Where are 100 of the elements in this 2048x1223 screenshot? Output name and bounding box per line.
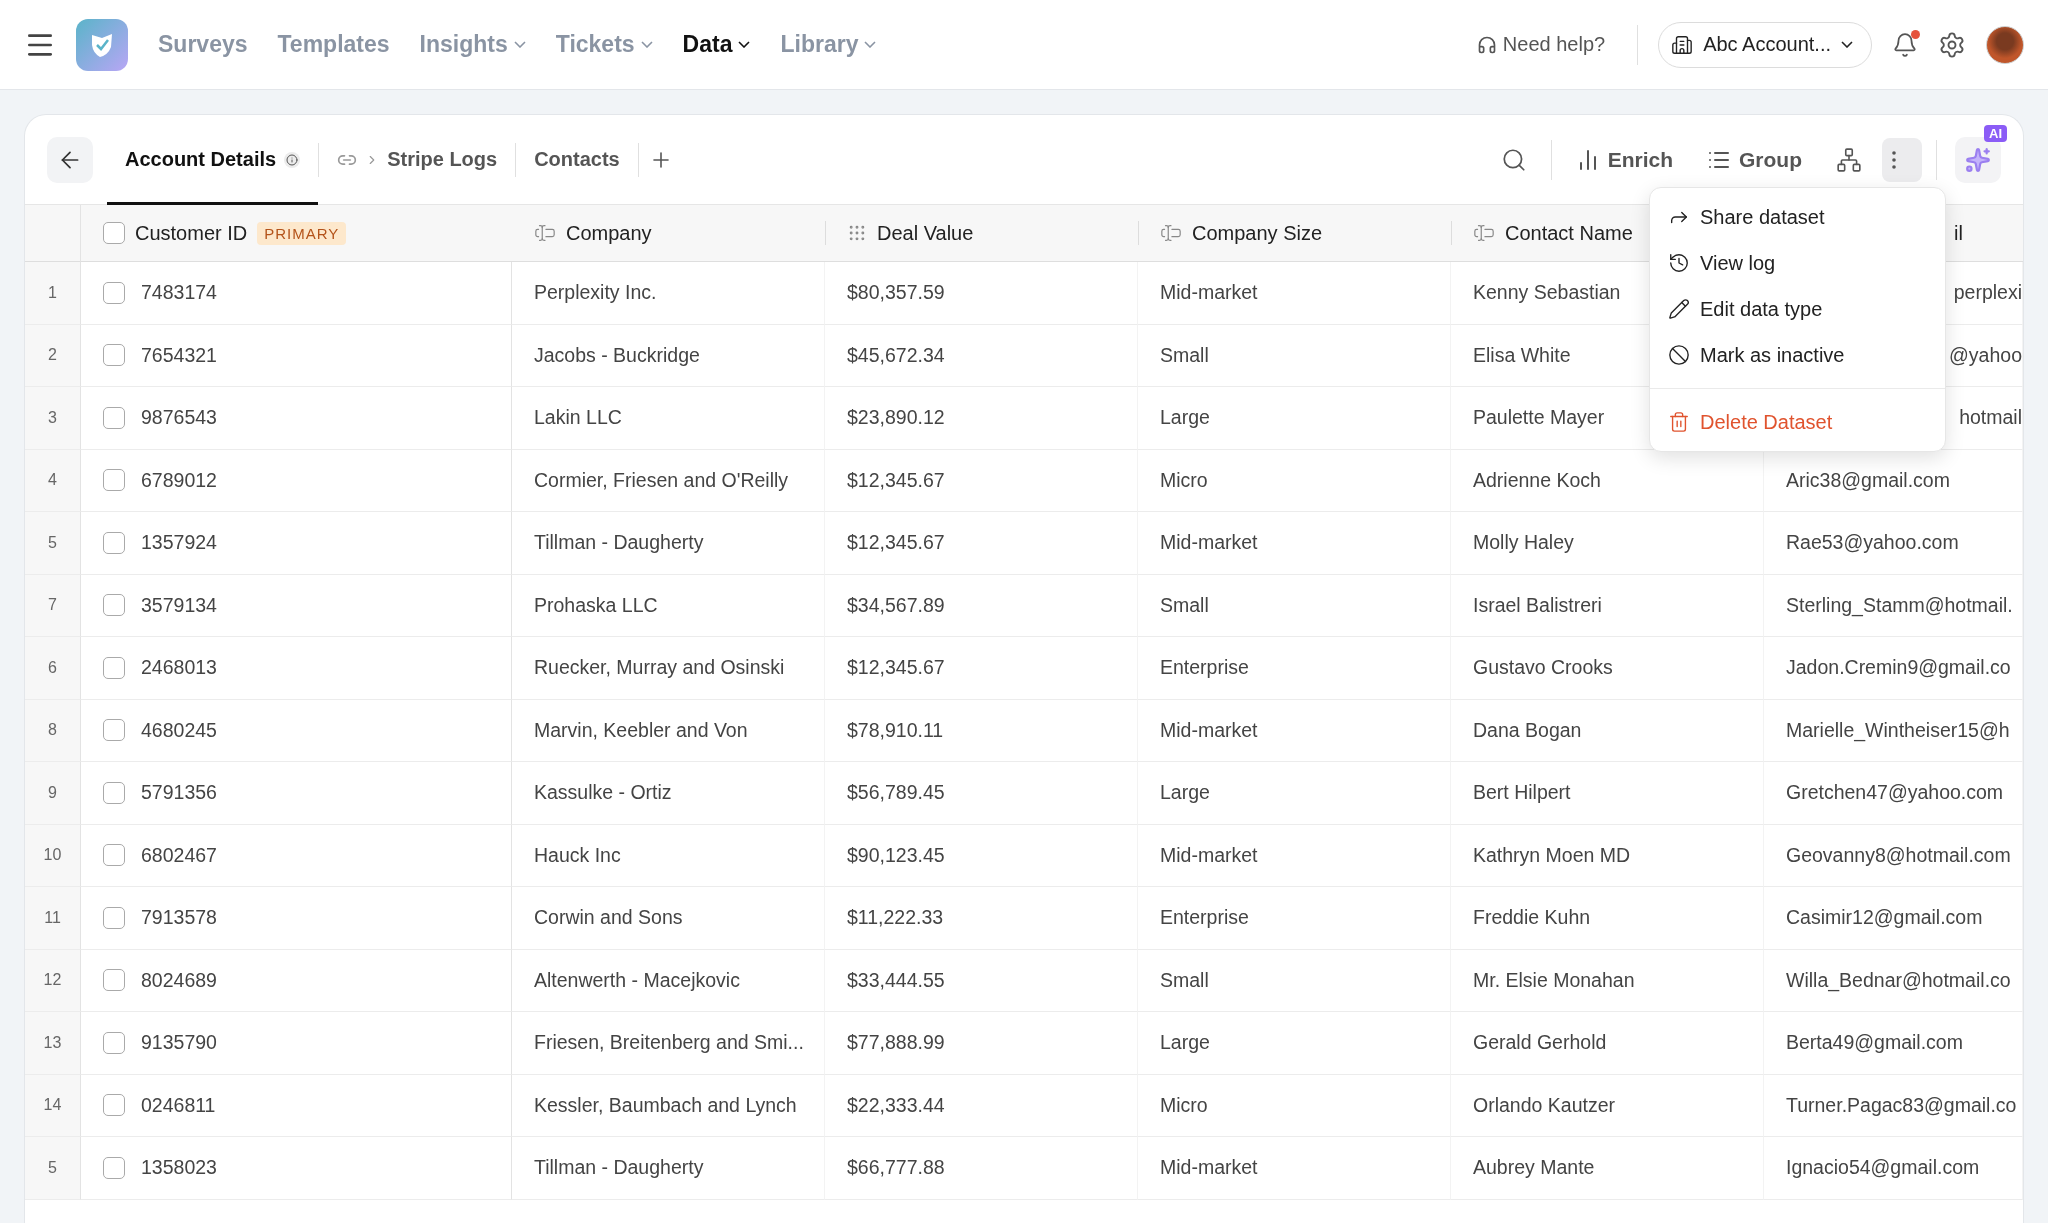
table-cell: Mid-market: [1160, 1156, 1258, 1180]
row-checkbox[interactable]: [103, 1031, 125, 1054]
help-link[interactable]: Need help?: [1464, 33, 1618, 56]
table-cell: Cormier, Friesen and O'Reilly: [534, 468, 789, 492]
chevron-icon: [1841, 40, 1853, 49]
pencil-icon: [1668, 298, 1690, 320]
menu-item[interactable]: Share dataset: [1650, 194, 1945, 240]
table-cell: $23,890.12: [847, 406, 945, 430]
row-number: 8: [25, 699, 81, 762]
row-checkbox[interactable]: [103, 406, 125, 429]
menu-item[interactable]: View log: [1650, 240, 1945, 286]
row-checkbox[interactable]: [103, 969, 125, 992]
row-checkbox[interactable]: [103, 531, 125, 554]
table-cell: Adrienne Koch: [1473, 468, 1601, 492]
menu-item[interactable]: Edit data type: [1650, 286, 1945, 332]
table-cell: Israel Balistreri: [1473, 593, 1602, 617]
table-cell: $66,777.88: [847, 1156, 945, 1180]
table-cell: Lakin LLC: [534, 406, 622, 430]
text-field-icon: [534, 222, 556, 244]
row-number: 12: [25, 949, 81, 1012]
table-cell: Large: [1160, 781, 1210, 805]
row-number: 4: [25, 449, 81, 512]
table-cell: Dana Bogan: [1473, 718, 1582, 742]
row-checkbox[interactable]: [103, 656, 125, 679]
table-cell: 4680245: [141, 718, 217, 742]
table-cell: $78,910.11: [847, 718, 944, 742]
table-cell: Freddie Kuhn: [1473, 906, 1591, 930]
hierarchy-icon: [1836, 146, 1862, 173]
notification-icon[interactable]: [1892, 31, 1918, 58]
row-number: 1: [25, 262, 81, 325]
column-header: Company Size: [1192, 221, 1323, 245]
table-cell: Tillman - Daugherty: [534, 531, 704, 555]
group-button[interactable]: Group: [1697, 137, 1812, 182]
avatar[interactable]: [1986, 25, 2024, 64]
table-cell: Jacobs - Buckridge: [534, 343, 700, 367]
table-cell: Large: [1160, 406, 1210, 430]
row-number: 13: [25, 1012, 81, 1075]
tab[interactable]: Stripe Logs: [319, 115, 516, 205]
row-checkbox[interactable]: [103, 719, 125, 742]
table-cell: Willa_Bednar@hotmail.co: [1786, 968, 2011, 992]
enrich-button[interactable]: Enrich: [1565, 137, 1683, 182]
table-cell: 6789012: [141, 468, 217, 492]
logo-icon[interactable]: [76, 18, 128, 71]
table-cell: $77,888.99: [847, 1031, 945, 1055]
table-cell: 7483174: [141, 281, 217, 305]
table-cell: $11,222.33: [847, 906, 944, 930]
menu-item[interactable]: Mark as inactive: [1650, 332, 1945, 378]
table-cell: Mid-market: [1160, 718, 1258, 742]
row-checkbox[interactable]: [103, 906, 125, 929]
row-checkbox[interactable]: [103, 1094, 125, 1117]
row-checkbox[interactable]: [103, 1156, 125, 1179]
table-cell: Friesen, Breitenberg and Smi...: [534, 1031, 804, 1055]
table-cell: Gustavo Crooks: [1473, 656, 1613, 680]
table-cell: 6802467: [141, 843, 217, 867]
back-button[interactable]: [47, 136, 93, 183]
select-all-checkbox[interactable]: [103, 222, 125, 244]
table-cell: Gerald Gerhold: [1473, 1031, 1607, 1055]
table-cell: Small: [1160, 593, 1209, 617]
table-cell: Casimir12@gmail.com: [1786, 906, 1983, 930]
row-checkbox[interactable]: [103, 594, 125, 617]
row-number: 2: [25, 324, 81, 387]
ban-icon: [1668, 344, 1690, 366]
table-cell: Kassulke - Ortiz: [534, 781, 672, 805]
row-checkbox[interactable]: [103, 344, 125, 367]
row-checkbox[interactable]: [103, 844, 125, 867]
table-cell: Kathryn Moen MD: [1473, 843, 1631, 867]
row-number: 5: [25, 1137, 81, 1200]
table-cell: Mr. Elsie Monahan: [1473, 968, 1635, 992]
row-checkbox[interactable]: [103, 781, 125, 804]
table-cell: 2468013: [141, 656, 217, 680]
nav-item[interactable]: Data: [672, 31, 761, 58]
table-cell: hotmail: [1959, 406, 2022, 430]
table-cell: 7913578: [141, 906, 217, 930]
search-icon: [1500, 146, 1527, 173]
info-icon[interactable]: [284, 151, 301, 168]
menu-item[interactable]: Delete Dataset: [1650, 399, 1945, 445]
dots-icon: [847, 223, 867, 243]
column-header: Contact Name: [1505, 221, 1633, 245]
table-cell: Small: [1160, 343, 1209, 367]
column-header: Deal Value: [877, 221, 974, 245]
settings-icon[interactable]: [1938, 30, 1966, 59]
text-field-icon: [1160, 222, 1182, 244]
table-cell: Perplexity Inc.: [534, 281, 657, 305]
account-selector[interactable]: Abc Account...: [1658, 21, 1872, 68]
table-cell: Micro: [1160, 468, 1208, 492]
text-field-icon: [1473, 222, 1495, 244]
table-cell: Geovanny8@hotmail.com: [1786, 843, 2011, 867]
table-cell: Corwin and Sons: [534, 906, 683, 930]
table-cell: Marielle_Wintheiser15@h: [1786, 718, 2010, 742]
row-checkbox[interactable]: [103, 281, 125, 304]
row-number: 7: [25, 574, 81, 637]
table-cell: Large: [1160, 1031, 1210, 1055]
more-button[interactable]: [1882, 137, 1922, 182]
table-cell: Turner.Pagac83@gmail.co: [1786, 1093, 2017, 1117]
ai-button[interactable]: [1955, 136, 2001, 183]
table-cell: 9135790: [141, 1031, 217, 1055]
table-cell: Kenny Sebastian: [1473, 281, 1621, 305]
tab[interactable]: Contacts: [516, 115, 638, 205]
row-checkbox[interactable]: [103, 469, 125, 492]
table-cell: Bert Hilpert: [1473, 781, 1571, 805]
